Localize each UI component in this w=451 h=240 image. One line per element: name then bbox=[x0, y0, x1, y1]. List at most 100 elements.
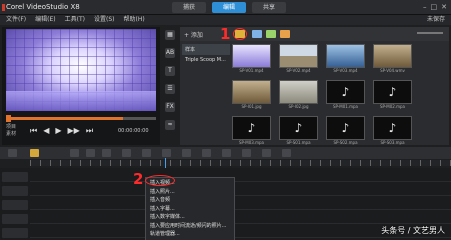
add-folder-button[interactable]: + 添加 bbox=[184, 30, 203, 39]
thumbnail-caption: SP-V01.mp4 bbox=[239, 68, 264, 73]
voice-track-header[interactable] bbox=[2, 214, 28, 224]
thumbnail-caption: SP-M02.mpa bbox=[379, 104, 405, 109]
watermark: 头条号 / 文艺男人 bbox=[381, 226, 445, 235]
media-thumbnail[interactable]: ♪ SP-M03.mpa bbox=[232, 116, 271, 146]
redo-icon[interactable] bbox=[86, 149, 95, 157]
annotation-step-1: 1 bbox=[220, 25, 231, 43]
tab-edit[interactable]: 编辑 bbox=[212, 2, 246, 13]
storyboard-view-icon[interactable] bbox=[8, 149, 17, 157]
subtitle-editor-icon[interactable] bbox=[182, 149, 191, 157]
timeline-view-icon[interactable] bbox=[30, 149, 39, 157]
thumbnail-caption: SP-V04.wmv bbox=[380, 68, 405, 73]
thumbnail-caption: SP-S01.mpa bbox=[286, 140, 311, 145]
menu-tools[interactable]: 工具(T) bbox=[65, 15, 85, 25]
graphics-icon[interactable]: ☰ bbox=[165, 84, 175, 94]
close-icon[interactable]: ✕ bbox=[441, 3, 447, 11]
import-folder-icon[interactable] bbox=[235, 30, 245, 38]
media-thumbnail[interactable]: ♪ SP-M02.mpa bbox=[373, 80, 412, 110]
transition-icon[interactable]: AB bbox=[165, 48, 175, 58]
thumbnail-image bbox=[232, 80, 271, 104]
menu-file[interactable]: 文件(F) bbox=[6, 15, 26, 25]
menu-item-insert-audio[interactable]: 插入音频 bbox=[146, 196, 234, 205]
menu-settings[interactable]: 设置(S) bbox=[94, 15, 115, 25]
menu-item-insert-photo[interactable]: 插入照片... bbox=[146, 188, 234, 197]
mask-creator-icon[interactable] bbox=[282, 149, 291, 157]
time-remapping-icon[interactable] bbox=[262, 149, 271, 157]
show-photo-icon[interactable] bbox=[266, 30, 276, 38]
title-track[interactable] bbox=[30, 200, 451, 210]
annotation-circle-2 bbox=[145, 175, 175, 186]
transport-controls: ⏮ ◀ ▶ ▶▶ ⏭ bbox=[30, 126, 93, 136]
overlay-track-header[interactable] bbox=[2, 186, 28, 196]
media-thumbnail[interactable]: SP-V04.wmv bbox=[373, 44, 412, 74]
timeline-ruler[interactable] bbox=[30, 160, 451, 166]
folder-item-samples[interactable]: 样本 bbox=[182, 44, 230, 55]
next-frame-icon[interactable]: ▶▶ bbox=[68, 126, 80, 136]
maximize-icon[interactable]: □ bbox=[431, 3, 438, 11]
media-thumbnail[interactable]: SP-V03.mp4 bbox=[326, 44, 365, 74]
media-thumbnail[interactable]: ♪ SP-M01.mpa bbox=[326, 80, 365, 110]
overlay-track[interactable] bbox=[30, 186, 451, 196]
scrubber-handle[interactable] bbox=[6, 115, 11, 122]
library-toolbar: + 添加 1 bbox=[180, 25, 449, 43]
title-icon[interactable]: T bbox=[165, 66, 175, 76]
menu-item-insert-title[interactable]: 插入字幕... bbox=[146, 205, 234, 214]
auto-music-icon[interactable] bbox=[142, 149, 151, 157]
motion-tracking-icon[interactable] bbox=[162, 149, 171, 157]
thumbnail-caption: SP-S02.mpa bbox=[333, 140, 358, 145]
menu-item-insert-time-lapse[interactable]: 插入要应用时间流逝/频闪的照片... bbox=[146, 222, 234, 231]
thumbnail-caption: SP-V02.mp4 bbox=[286, 68, 311, 73]
play-icon[interactable]: ▶ bbox=[55, 126, 61, 136]
filter-icon[interactable]: FX bbox=[165, 102, 175, 112]
menu-item-track-manager[interactable]: 轨道管理器... bbox=[146, 230, 234, 239]
media-thumbnail[interactable]: ♪ SP-S01.mpa bbox=[279, 116, 318, 146]
home-icon[interactable]: ⏮ bbox=[30, 126, 37, 136]
music-track-header[interactable] bbox=[2, 228, 28, 238]
split-screen-icon[interactable] bbox=[242, 149, 251, 157]
voice-track[interactable] bbox=[30, 214, 451, 224]
timeline-toolbar bbox=[0, 147, 451, 159]
media-thumbnail[interactable]: SP-V02.mp4 bbox=[279, 44, 318, 74]
menu-item-insert-digital-media[interactable]: 插入数字媒体... bbox=[146, 213, 234, 222]
thumbnail-caption: SP-M01.mpa bbox=[332, 104, 358, 109]
media-thumbnail[interactable]: SP-V01.mp4 bbox=[232, 44, 271, 74]
folder-item-triple-scoop[interactable]: Triple Scoop M... bbox=[182, 55, 230, 65]
scrubber[interactable] bbox=[6, 115, 156, 122]
end-icon[interactable]: ⏭ bbox=[86, 126, 93, 136]
library-category-toolbar: ▦ AB T ☰ FX ≈ bbox=[164, 30, 176, 130]
media-thumbnail[interactable]: ♪ SP-S03.mpa bbox=[373, 116, 412, 146]
show-audio-icon[interactable] bbox=[280, 30, 290, 38]
tab-capture[interactable]: 捕获 bbox=[172, 2, 206, 13]
preview-panel: 项目 素材 ⏮ ◀ ▶ ▶▶ ⏭ 00:00:00:00 bbox=[2, 27, 160, 145]
media-thumbnail[interactable]: ♪ SP-S02.mpa bbox=[326, 116, 365, 146]
path-icon[interactable]: ≈ bbox=[165, 120, 175, 130]
sound-mixer-icon[interactable] bbox=[122, 149, 131, 157]
mode-clip[interactable]: 素材 bbox=[6, 131, 16, 138]
video-track[interactable] bbox=[30, 172, 451, 182]
app-logo-icon bbox=[2, 4, 5, 11]
thumbnail-image bbox=[232, 44, 271, 68]
previous-frame-icon[interactable]: ◀ bbox=[43, 126, 49, 136]
preview-floor bbox=[6, 91, 156, 111]
thumbnail-caption: SP-M03.mpa bbox=[238, 140, 264, 145]
mode-project[interactable]: 项目 bbox=[6, 124, 16, 131]
menu-help[interactable]: 帮助(H) bbox=[123, 15, 144, 25]
undo-icon[interactable] bbox=[70, 149, 79, 157]
timecode[interactable]: 00:00:00:00 bbox=[118, 128, 149, 134]
timeline-context-menu: 插入视频... 插入照片... 插入音频 插入字幕... 插入数字媒体... 插… bbox=[145, 177, 235, 240]
video-track-header[interactable] bbox=[2, 172, 28, 182]
title-track-header[interactable] bbox=[2, 200, 28, 210]
audio-note-icon: ♪ bbox=[326, 116, 365, 140]
minimize-icon[interactable]: – bbox=[423, 3, 427, 11]
thumbnail-size-slider[interactable] bbox=[417, 32, 443, 34]
thumbnail-image bbox=[279, 80, 318, 104]
multi-camera-icon[interactable] bbox=[202, 149, 211, 157]
record-capture-icon[interactable] bbox=[102, 149, 111, 157]
tab-share[interactable]: 共享 bbox=[252, 2, 286, 13]
show-video-icon[interactable] bbox=[252, 30, 262, 38]
media-thumbnail[interactable]: SP-I02.jpg bbox=[279, 80, 318, 110]
media-thumbnail[interactable]: SP-I01.jpg bbox=[232, 80, 271, 110]
stop-motion-icon[interactable] bbox=[222, 149, 231, 157]
menu-edit[interactable]: 编辑(E) bbox=[35, 15, 55, 25]
media-icon[interactable]: ▦ bbox=[165, 30, 175, 40]
